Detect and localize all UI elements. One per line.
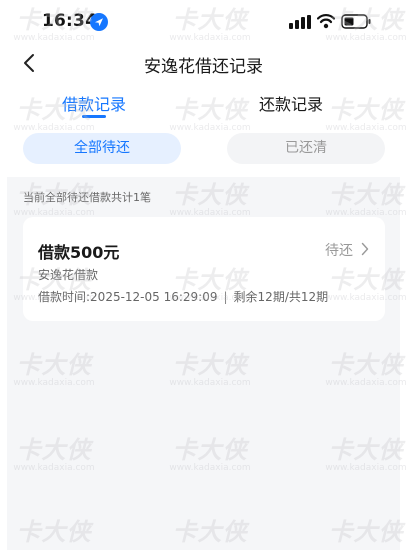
loan-list: 当前全部待还借款共计1笔 借款500元 待还 安逸花借款 借款时间:2025-1… <box>7 177 400 550</box>
filter-row: 全部待还 已还清 <box>0 133 407 165</box>
active-tab-indicator <box>82 115 106 118</box>
page-title: 安逸花借还记录 <box>144 57 263 77</box>
loan-terms: 剩余12期/共12期 <box>233 290 329 304</box>
loan-product: 安逸花借款 <box>38 268 99 282</box>
wifi-icon <box>317 14 335 29</box>
status-time: 16:34 <box>42 11 98 31</box>
loan-meta: 借款时间:2025-12-05 16:29:09 | 剩余12期/共12期 <box>38 288 328 305</box>
watermark-url: www.kadaxia.com <box>13 123 95 133</box>
filter-paid-off[interactable]: 已还清 <box>227 133 385 164</box>
pending-summary: 当前全部待还借款共计1笔 <box>23 191 151 204</box>
tab-repay-records[interactable]: 还款记录 <box>211 91 371 115</box>
chevron-right-icon <box>361 242 369 256</box>
tab-borrow-records[interactable]: 借款记录 <box>14 91 174 115</box>
status-bar: 16:34 <box>0 0 407 44</box>
cellular-signal-icon <box>289 15 311 29</box>
filter-all-pending[interactable]: 全部待还 <box>23 133 181 164</box>
battery-icon <box>341 14 371 29</box>
loan-status-label: 待还 <box>325 243 353 259</box>
meta-divider: | <box>223 290 228 304</box>
loan-time: 借款时间:2025-12-05 16:29:09 <box>38 290 218 304</box>
record-tabs: 借款记录 还款记录 <box>0 88 407 122</box>
loan-card[interactable]: 借款500元 待还 安逸花借款 借款时间:2025-12-05 16:29:09… <box>23 217 385 321</box>
nav-bar: 安逸花借还记录 <box>0 44 407 82</box>
watermark-url: www.kadaxia.com <box>169 123 251 133</box>
loan-amount: 借款500元 <box>38 243 120 262</box>
location-arrow-icon <box>90 13 108 31</box>
watermark-url: www.kadaxia.com <box>325 123 407 133</box>
